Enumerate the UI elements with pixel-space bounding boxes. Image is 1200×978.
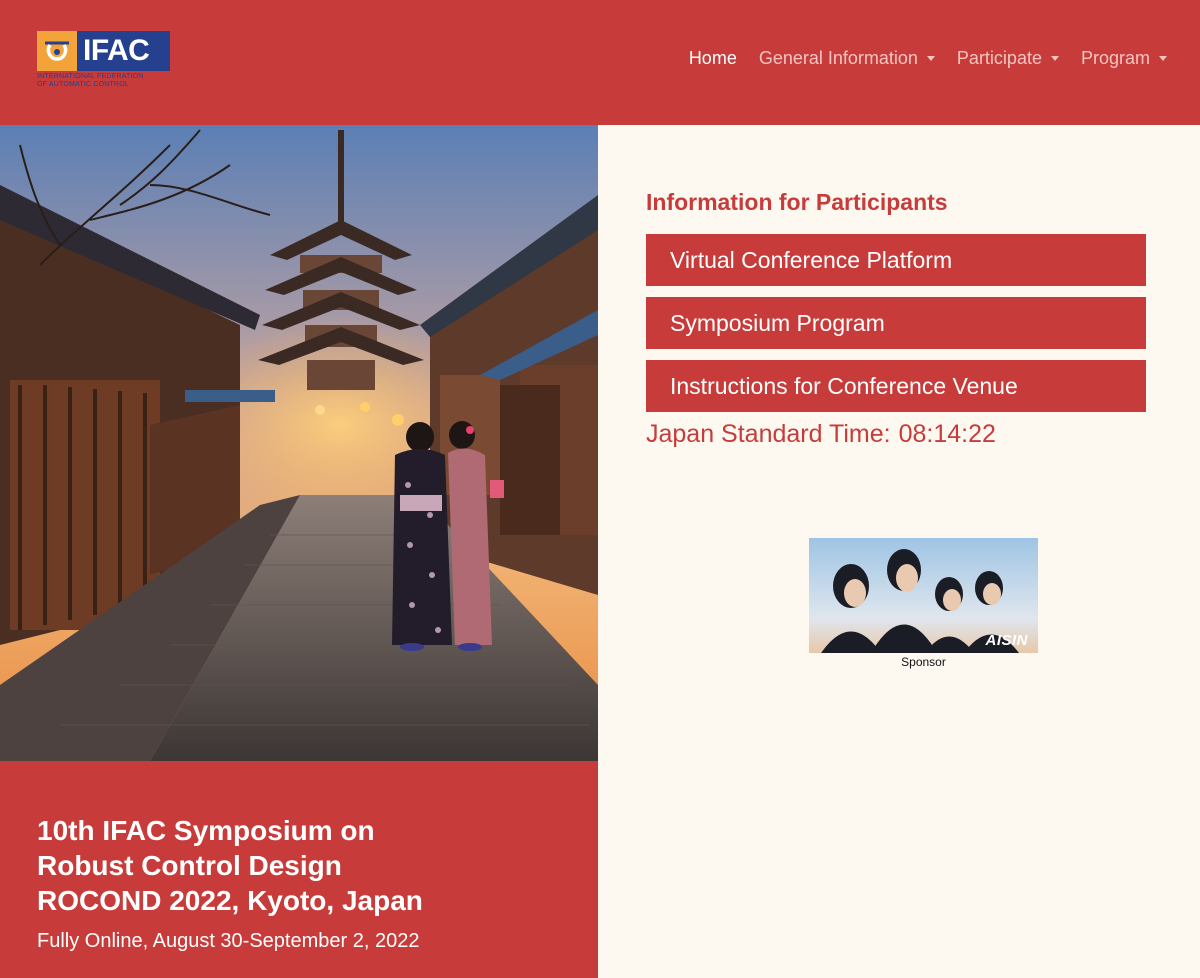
- nav-home-label: Home: [688, 48, 737, 68]
- aisin-sponsor-logo: AISIN: [985, 632, 1028, 649]
- conference-venue-instructions-button[interactable]: Instructions for Conference Venue: [646, 360, 1146, 412]
- symposium-program-button[interactable]: Symposium Program: [646, 297, 1146, 349]
- time-label: Japan Standard Time:: [646, 420, 891, 448]
- conference-title: 10th IFAC Symposium on Robust Control De…: [37, 815, 423, 916]
- conference-dates: Fully Online, August 30-September 2, 202…: [37, 930, 420, 952]
- ifac-emblem-icon: [37, 31, 77, 71]
- japan-standard-time-clock: Japan Standard Time: 08:14:22: [646, 420, 996, 449]
- site-header: IFAC INTERNATIONAL FEDERATION OF AUTOMAT…: [0, 0, 1200, 125]
- nav-general-information[interactable]: General Information: [737, 48, 935, 69]
- ifac-logo-subtitle: INTERNATIONAL FEDERATION OF AUTOMATIC CO…: [37, 73, 144, 88]
- conference-title-block: 10th IFAC Symposium on Robust Control De…: [0, 761, 598, 978]
- main-nav: Home General Information Participate Pro…: [667, 48, 1167, 69]
- nav-general-information-label: General Information: [758, 48, 918, 68]
- nav-program[interactable]: Program: [1059, 48, 1167, 69]
- chevron-down-icon: [1050, 56, 1059, 61]
- nav-participate[interactable]: Participate: [935, 48, 1059, 69]
- nav-program-label: Program: [1080, 48, 1150, 68]
- kyoto-street-photo: [0, 125, 598, 761]
- virtual-conference-platform-button[interactable]: Virtual Conference Platform: [646, 234, 1146, 286]
- time-value: 08:14:22: [898, 420, 996, 448]
- chevron-down-icon: [1159, 56, 1167, 61]
- nav-home[interactable]: Home: [667, 48, 737, 69]
- participants-info-heading: Information for Participants: [646, 189, 948, 215]
- chevron-down-icon: [926, 56, 935, 61]
- ifac-logo-word: IFAC: [77, 31, 170, 71]
- sponsor-label: Sponsor: [901, 655, 946, 669]
- nav-participate-label: Participate: [956, 48, 1042, 68]
- ifac-logo[interactable]: IFAC INTERNATIONAL FEDERATION OF AUTOMAT…: [37, 31, 170, 93]
- sponsor-banner[interactable]: AISIN: [809, 538, 1038, 653]
